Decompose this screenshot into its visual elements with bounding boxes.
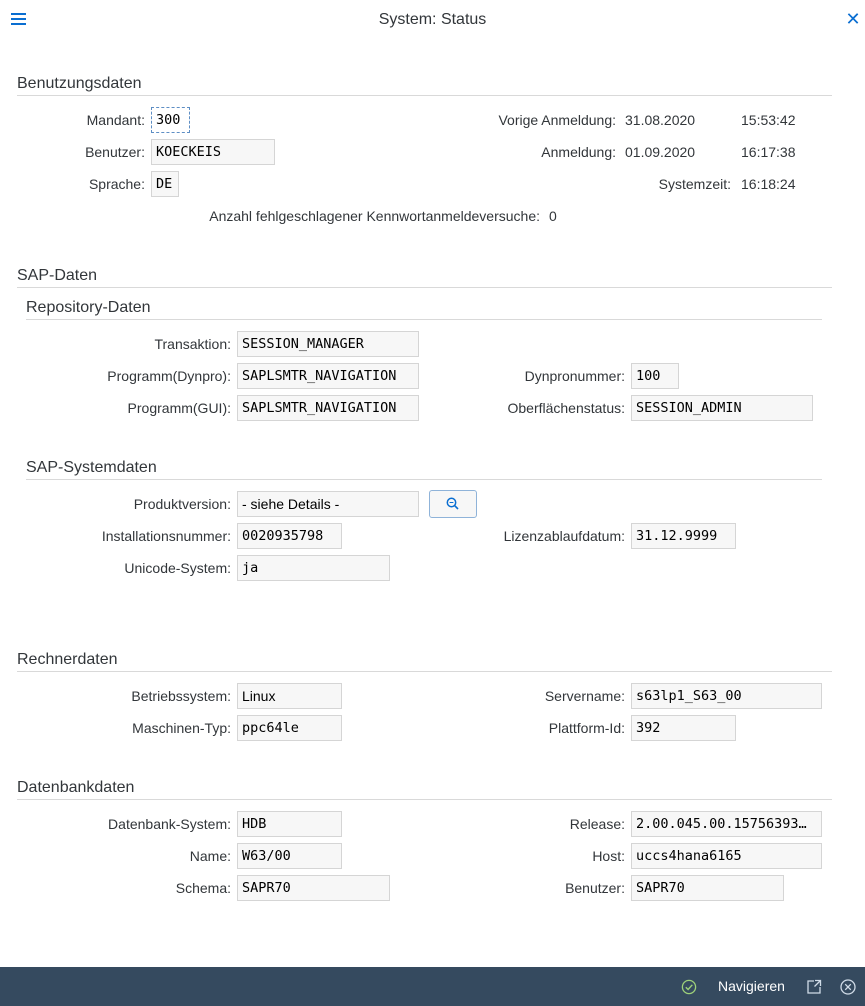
magnifier-icon [446,497,459,510]
program-dynpro-field[interactable]: SAPLSMTR_NAVIGATION [237,363,419,389]
program-gui-label: Programm(GUI): [127,400,231,416]
section-divider [17,671,832,672]
section-title-repository: Repository-Daten [26,299,151,316]
db-system-field[interactable]: HDB [237,811,342,837]
transaction-field[interactable]: SESSION_MANAGER [237,331,419,357]
section-divider [17,799,832,800]
logon-label: Anmeldung: [541,144,616,160]
os-field[interactable]: Linux [237,683,342,709]
failed-logons-label: Anzahl fehlgeschlagener Kennwortanmeldev… [209,208,540,224]
platform-id-field[interactable]: 392 [631,715,736,741]
systime-value: 16:18:24 [741,176,796,192]
dynpro-number-field[interactable]: 100 [631,363,679,389]
product-version-label: Produktversion: [133,496,231,512]
user-label: Benutzer: [85,144,145,160]
page-title: System: Status [378,11,487,28]
logon-time: 16:17:38 [741,144,796,160]
db-host-field[interactable]: uccs4hana6165 [631,843,822,869]
footer-toolbar: Navigieren [0,967,865,1006]
prev-logon-label: Vorige Anmeldung: [498,112,616,128]
section-divider [26,319,822,320]
language-label: Sprache: [88,176,145,192]
product-details-button[interactable] [429,490,477,518]
gui-status-field[interactable]: SESSION_ADMIN [631,395,813,421]
license-expiry-field[interactable]: 31.12.9999 [631,523,736,549]
machine-type-field[interactable]: ppc64le [237,715,342,741]
db-schema-field[interactable]: SAPR70 [237,875,390,901]
db-schema-label: Schema: [175,880,231,896]
program-dynpro-label: Programm(Dynpro): [107,368,231,384]
db-release-field[interactable]: 2.00.045.00.15756393… [631,811,822,837]
license-expiry-label: Lizenzablaufdatum: [503,528,625,544]
installation-number-field[interactable]: 0020935798 [237,523,342,549]
server-name-field[interactable]: s63lp1_S63_00 [631,683,822,709]
cancel-circle-icon[interactable] [839,978,857,996]
unicode-system-label: Unicode-System: [124,560,231,576]
os-label: Betriebssystem: [131,688,231,704]
failed-logons-value: 0 [549,208,557,224]
platform-id-label: Plattform-Id: [548,720,625,736]
transaction-label: Transaktion: [154,336,231,352]
program-gui-field[interactable]: SAPLSMTR_NAVIGATION [237,395,419,421]
section-divider [17,287,832,288]
language-field[interactable]: DE [151,171,179,197]
machine-type-label: Maschinen-Typ: [132,720,231,736]
dynpro-number-label: Dynpronummer: [524,368,625,384]
db-name-label: Name: [189,848,231,864]
share-icon[interactable] [805,978,823,996]
db-name-field[interactable]: W63/00 [237,843,342,869]
server-name-label: Servername: [544,688,625,704]
section-title-host: Rechnerdaten [17,651,118,668]
db-user-field[interactable]: SAPR70 [631,875,784,901]
client-label: Mandant: [86,112,145,128]
prev-logon-date: 31.08.2020 [625,112,696,128]
db-system-label: Datenbank-System: [108,816,231,832]
installation-number-label: Installationsnummer: [101,528,231,544]
gui-status-label: Oberflächenstatus: [507,400,625,416]
navigate-button[interactable]: Navigieren [718,978,785,994]
logon-date: 01.09.2020 [625,144,696,160]
section-divider [26,479,822,480]
section-divider [17,95,832,96]
check-circle-icon[interactable] [681,979,697,995]
client-field[interactable]: 300 [151,107,190,133]
section-title-database: Datenbankdaten [17,779,135,796]
product-version-field[interactable]: - siehe Details - [237,491,419,517]
user-field[interactable]: KOECKEIS [151,139,275,165]
section-title-system: SAP-Systemdaten [26,459,157,476]
db-release-label: Release: [569,816,625,832]
section-title-sap: SAP-Daten [17,267,98,284]
unicode-system-field[interactable]: ja [237,555,390,581]
section-title-usage: Benutzungsdaten [17,75,142,92]
systime-label: Systemzeit: [658,176,731,192]
db-user-label: Benutzer: [565,880,625,896]
db-host-label: Host: [592,848,625,864]
prev-logon-time: 15:53:42 [741,112,796,128]
close-icon[interactable]: ✕ [843,8,863,30]
